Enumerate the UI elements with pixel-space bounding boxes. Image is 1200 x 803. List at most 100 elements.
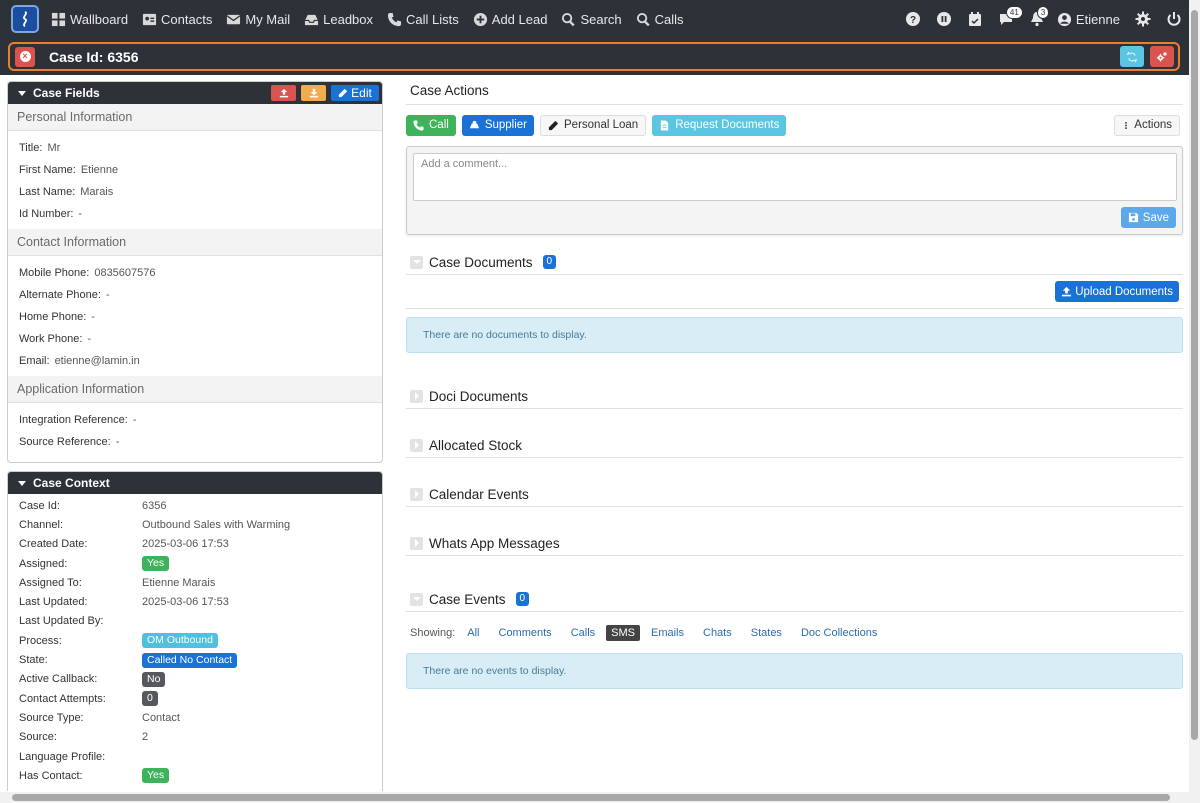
context-value: Outbound Sales with Warming (142, 518, 291, 531)
expand-toggle-icon (410, 438, 423, 452)
plus-circle-icon (473, 12, 487, 26)
pause-button[interactable] (936, 11, 952, 27)
context-value: Etienne Marais (142, 576, 216, 589)
settings-button[interactable] (1135, 11, 1151, 27)
nav-search[interactable]: Search (561, 12, 622, 27)
supplier-label: Supplier (484, 119, 528, 131)
request-documents-button[interactable]: Request Documents (652, 114, 787, 136)
vertical-scrollbar[interactable] (1189, 0, 1200, 803)
callback-badge: No (142, 671, 166, 687)
context-label: Created Date: (19, 538, 88, 551)
field-label: Home Phone: (19, 311, 87, 323)
refresh-case-button[interactable] (1120, 46, 1144, 67)
edit-button[interactable]: Edit (331, 85, 379, 101)
upload-documents-label: Upload Documents (1075, 285, 1173, 298)
case-header: × Case Id: 6356 (8, 42, 1180, 71)
save-comment-button[interactable]: Save (1120, 207, 1176, 228)
filter-chats[interactable]: Chats (703, 627, 732, 639)
filter-doc-collections[interactable]: Doc Collections (801, 627, 877, 639)
filter-comments[interactable]: Comments (499, 627, 552, 639)
section-allocated-stock[interactable]: Allocated Stock (406, 433, 1183, 458)
comment-textarea[interactable]: Add a comment... (413, 153, 1177, 201)
app-logo[interactable] (11, 5, 39, 33)
nav-add-lead-label: Add Lead (491, 11, 548, 27)
pencil-icon (338, 88, 348, 98)
case-main-content: Case Actions Call Supplier Personal Loan… (406, 82, 1183, 689)
nav-add-lead[interactable]: Add Lead (473, 11, 548, 27)
nav-my-mail[interactable]: My Mail (226, 12, 290, 27)
close-case-button[interactable]: × (15, 46, 35, 67)
personal-loan-button[interactable]: Personal Loan (540, 114, 647, 136)
nav-leadbox[interactable]: Leadbox (304, 12, 373, 27)
field-value: - (132, 414, 137, 426)
upload-icon (279, 88, 288, 98)
case-context-header[interactable]: Case Context (8, 472, 382, 494)
top-navbar: Wallboard Contacts My Mail Leadbox Call … (0, 0, 1200, 38)
calendar-button[interactable] (967, 11, 983, 27)
horizontal-scrollbar[interactable] (0, 792, 1189, 803)
case-context-title: Case Context (33, 476, 110, 490)
caret-down-icon (18, 480, 26, 486)
close-icon: × (19, 51, 31, 62)
collapse-toggle-icon (410, 255, 423, 269)
personal-loan-label: Personal Loan (564, 119, 639, 131)
vertical-ellipsis-icon (1125, 121, 1128, 129)
filter-emails[interactable]: Emails (651, 627, 684, 639)
notifications-count-badge: 3 (1036, 6, 1050, 19)
save-label: Save (1142, 211, 1169, 224)
context-row: Has Contact: Yes (19, 766, 371, 785)
notifications-button[interactable]: 3 (1029, 6, 1050, 27)
case-events-header[interactable]: Case Events 0 (406, 587, 1183, 612)
nav-calls[interactable]: Calls (636, 12, 684, 27)
field-row: Home Phone: - (19, 306, 371, 328)
filter-states[interactable]: States (751, 627, 782, 639)
case-fields-header[interactable]: Case Fields Edit (8, 82, 382, 104)
help-button[interactable]: ? (905, 11, 921, 27)
field-value: - (91, 311, 95, 323)
context-label: State: (19, 654, 48, 667)
export-button[interactable] (271, 85, 296, 101)
logout-button[interactable] (1166, 11, 1182, 27)
filter-all[interactable]: All (467, 627, 479, 639)
field-row: Alternate Phone: - (19, 284, 371, 306)
user-menu[interactable]: Etienne (1057, 12, 1120, 27)
case-header-area: × Case Id: 6356 (0, 38, 1189, 75)
context-value: 2025-03-06 17:53 (142, 538, 229, 551)
filter-calls[interactable]: Calls (571, 627, 595, 639)
field-label: Email: (19, 355, 50, 367)
supplier-button[interactable]: Supplier (461, 114, 535, 136)
actions-menu-button[interactable]: Actions (1114, 114, 1180, 136)
context-value: 2 (142, 731, 149, 744)
document-icon (661, 119, 669, 131)
expand-toggle-icon (410, 389, 423, 403)
section-calendar-events[interactable]: Calendar Events (406, 482, 1183, 507)
filter-sms[interactable]: SMS (606, 625, 640, 641)
context-row: Created Date: 2025-03-06 17:53 (19, 535, 371, 554)
floppy-disk-icon (1128, 212, 1138, 223)
import-button[interactable] (301, 85, 326, 101)
messages-button[interactable]: 41 (998, 6, 1023, 27)
pencil-icon (548, 120, 559, 130)
field-row: Source Reference: - (19, 431, 371, 453)
attempts-badge: 0 (142, 691, 158, 707)
nav-my-mail-label: My Mail (245, 11, 291, 27)
nav-wallboard-label: Wallboard (70, 11, 129, 27)
nav-contacts[interactable]: Contacts (142, 12, 212, 27)
upload-documents-button[interactable]: Upload Documents (1055, 281, 1179, 302)
field-row: First Name: Etienne (19, 159, 371, 181)
contact-info-fields: Mobile Phone: 0835607576 Alternate Phone:… (8, 256, 382, 376)
vertical-scroll-thumb[interactable] (1191, 10, 1198, 740)
search-icon (636, 12, 650, 26)
call-button[interactable]: Call (406, 114, 456, 136)
case-documents-header[interactable]: Case Documents 0 (406, 250, 1183, 275)
collapse-toggle-icon (410, 592, 423, 606)
grid-icon (51, 12, 66, 26)
case-settings-button[interactable] (1150, 46, 1174, 67)
case-header-buttons (1114, 46, 1174, 67)
horizontal-scroll-thumb[interactable] (12, 794, 1170, 801)
nav-wallboard[interactable]: Wallboard (51, 12, 128, 27)
context-row: Language Profile: (19, 747, 371, 766)
section-doci-documents[interactable]: Doci Documents (406, 384, 1183, 409)
section-whats-app-messages[interactable]: Whats App Messages (406, 531, 1183, 556)
nav-call-lists[interactable]: Call Lists (387, 12, 459, 27)
